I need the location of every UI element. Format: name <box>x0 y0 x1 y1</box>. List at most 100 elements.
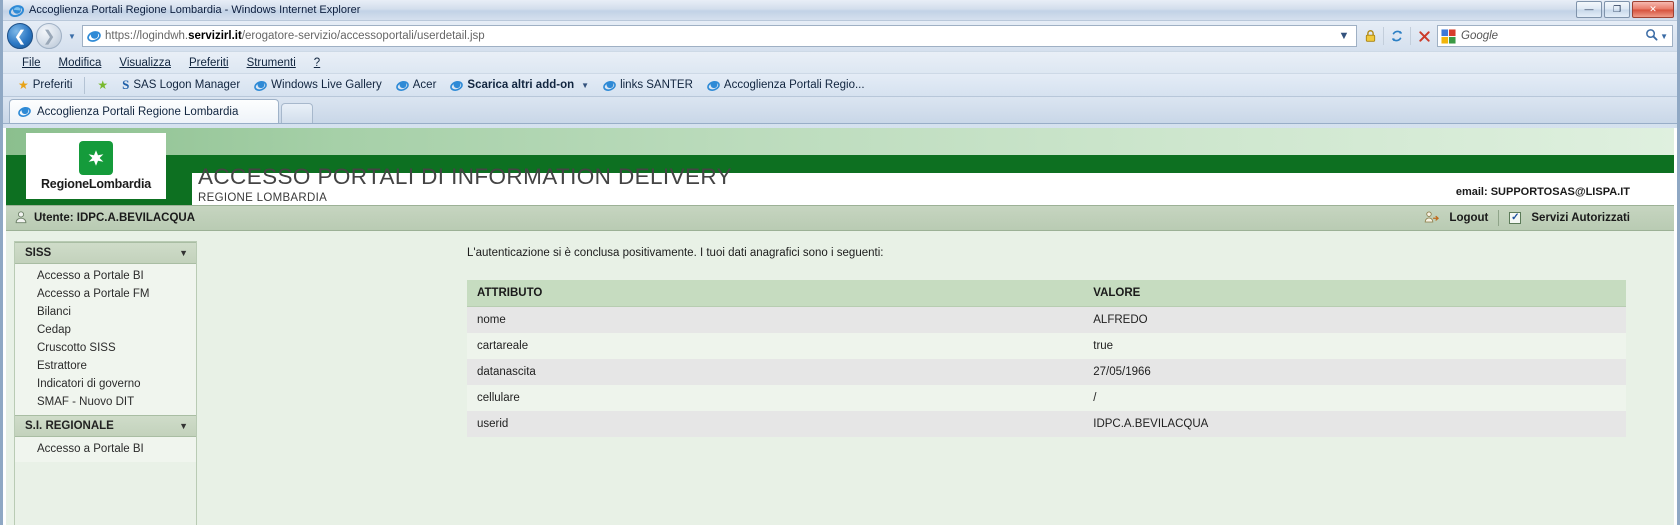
sidebar-item-accesso-portale-bi-regionale[interactable]: Accesso a Portale BI <box>15 440 196 458</box>
favorite-label: SAS Logon Manager <box>133 79 241 91</box>
tab-strip: Accoglienza Portali Regione Lombardia <box>3 97 1677 124</box>
search-box[interactable]: Google ▼ <box>1437 25 1673 47</box>
sidebar-item-accesso-portale-fm[interactable]: Accesso a Portale FM <box>15 285 196 303</box>
favorites-button[interactable]: ★ Preferiti <box>11 78 79 92</box>
column-header-valore: VALORE <box>1081 280 1626 307</box>
sidebar-item-smaf-nuovo-dit[interactable]: SMAF - Nuovo DIT <box>15 393 196 411</box>
user-actions: Logout ✓ Servizi Autorizzati <box>1424 210 1630 227</box>
body-area: SISS ▼ Accesso a Portale BI Accesso a Po… <box>6 231 1674 525</box>
favorite-accoglienza-portali[interactable]: Accoglienza Portali Regio... <box>700 78 872 93</box>
table-row: nome ALFREDO <box>467 306 1626 333</box>
servizi-autorizzati-checkbox[interactable]: ✓ <box>1509 212 1522 224</box>
history-dropdown-icon[interactable]: ▼ <box>65 26 79 46</box>
browser-window: Accoglienza Portali Regione Lombardia - … <box>0 0 1680 525</box>
favorite-windows-live-gallery[interactable]: Windows Live Gallery <box>247 78 389 93</box>
logo-text: RegioneLombardia <box>40 177 151 191</box>
star-icon: ★ <box>18 78 29 92</box>
menu-item-help[interactable]: ? <box>305 55 329 71</box>
menu-label: ? <box>313 56 321 69</box>
search-input[interactable]: Google <box>1461 30 1645 42</box>
sidebar-group-siss-items: Accesso a Portale BI Accesso a Portale F… <box>15 264 196 415</box>
cell-valore: ALFREDO <box>1081 306 1626 333</box>
menu-item-preferiti[interactable]: Preferiti <box>180 55 238 71</box>
cell-attributo: userid <box>467 410 1082 437</box>
minimize-button[interactable]: — <box>1576 1 1602 18</box>
url-protocol: https://logindwh. <box>105 30 189 42</box>
menu-item-file[interactable]: File <box>13 55 50 71</box>
maximize-button[interactable]: ❐ <box>1604 1 1630 18</box>
refresh-icon[interactable] <box>1387 26 1407 46</box>
page-icon <box>450 79 464 92</box>
menu-label: File <box>22 56 41 69</box>
sidebar-item-accesso-portale-bi[interactable]: Accesso a Portale BI <box>15 267 196 285</box>
url-text[interactable]: https://logindwh.servizirl.it/erogatore-… <box>105 30 1334 42</box>
menu-item-strumenti[interactable]: Strumenti <box>238 55 305 71</box>
new-tab-button[interactable] <box>281 103 313 123</box>
menu-label: Modifica <box>58 56 102 69</box>
sidebar-item-bilanci[interactable]: Bilanci <box>15 303 196 321</box>
chevron-down-icon[interactable]: ▼ <box>581 81 589 90</box>
menu-item-visualizza[interactable]: Visualizza <box>110 55 180 71</box>
page-icon <box>395 79 409 92</box>
add-favorite-button[interactable]: ★ <box>90 78 115 92</box>
logout-icon[interactable] <box>1424 210 1440 227</box>
divider <box>84 76 86 94</box>
sidebar-nav: SISS ▼ Accesso a Portale BI Accesso a Po… <box>14 241 197 525</box>
favorite-acer[interactable]: Acer <box>389 78 444 93</box>
favorite-scarica-altri-addon[interactable]: Scarica altri add-on ▼ <box>443 78 596 93</box>
url-domain: servizirl.it <box>188 30 242 42</box>
search-chevron-down-icon[interactable]: ▼ <box>1658 32 1670 41</box>
sidebar-group-si-regionale-items: Accesso a Portale BI <box>15 437 196 462</box>
window-title: Accoglienza Portali Regione Lombardia - … <box>29 4 361 16</box>
page-icon <box>707 79 720 92</box>
chevron-down-icon[interactable]: ▼ <box>1334 26 1354 46</box>
divider <box>1498 210 1500 226</box>
sidebar-item-cedap[interactable]: Cedap <box>15 321 196 339</box>
address-bar: ❮ ❯ ▼ https://logindwh.servizirl.it/erog… <box>3 21 1677 51</box>
favorite-label: Scarica altri add-on <box>467 79 575 91</box>
favorite-links-santer[interactable]: links SANTER <box>596 78 700 93</box>
chevron-down-icon[interactable]: ▼ <box>179 248 188 258</box>
page-title: ACCESSO PORTALI DI INFORMATION DELIVERY <box>198 164 733 189</box>
back-button[interactable]: ❮ <box>7 23 33 49</box>
menu-item-modifica[interactable]: Modifica <box>50 55 111 71</box>
chevron-down-icon[interactable]: ▼ <box>179 421 188 431</box>
google-icon <box>1441 28 1456 44</box>
regione-lombardia-logo[interactable]: RegioneLombardia <box>26 133 166 199</box>
stop-icon[interactable] <box>1414 26 1434 46</box>
divider <box>1410 27 1411 45</box>
table-header-row: ATTRIBUTO VALORE <box>467 280 1626 307</box>
add-star-icon: ★ <box>97 78 109 92</box>
page-icon <box>603 79 616 92</box>
sidebar-item-cruscotto-siss[interactable]: Cruscotto SISS <box>15 339 196 357</box>
window-controls: — ❐ ✕ <box>1576 1 1674 18</box>
user-info: Utente: IDPC.A.BEVILACQUA <box>14 210 195 227</box>
favorite-label: Accoglienza Portali Regio... <box>723 79 865 91</box>
close-button[interactable]: ✕ <box>1632 1 1674 18</box>
servizi-autorizzati-label[interactable]: Servizi Autorizzati <box>1531 212 1630 224</box>
sidebar-item-estrattore[interactable]: Estrattore <box>15 357 196 375</box>
page-content: RegioneLombardia ACCESSO PORTALI DI INFO… <box>6 128 1674 525</box>
url-bar[interactable]: https://logindwh.servizirl.it/erogatore-… <box>82 25 1357 47</box>
sidebar-item-indicatori-di-governo[interactable]: Indicatori di governo <box>15 375 196 393</box>
menu-bar: File Modifica Visualizza Preferiti Strum… <box>3 51 1677 73</box>
table-row: cellulare / <box>467 384 1626 411</box>
logout-button[interactable]: Logout <box>1449 212 1488 224</box>
sidebar-group-si-regionale[interactable]: S.I. REGIONALE ▼ <box>15 415 196 437</box>
header-gradient-strip <box>6 128 1674 155</box>
tab-label: Accoglienza Portali Regione Lombardia <box>37 105 239 118</box>
table-row: datanascita 27/05/1966 <box>467 358 1626 385</box>
magnifier-icon[interactable] <box>1645 28 1658 44</box>
favorite-sas-logon-manager[interactable]: S SAS Logon Manager <box>115 76 247 94</box>
favorites-bar: ★ Preferiti ★ S SAS Logon Manager Window… <box>3 73 1677 97</box>
sidebar-group-title: SISS <box>25 247 52 259</box>
page-icon <box>87 29 101 43</box>
forward-button[interactable]: ❯ <box>36 23 62 49</box>
cell-attributo: cartareale <box>467 332 1082 359</box>
menu-label: Strumenti <box>246 56 296 69</box>
sidebar-group-title: S.I. REGIONALE <box>25 420 114 432</box>
support-email: email: SUPPORTOSAS@LISPA.IT <box>1455 186 1630 198</box>
tab-accoglienza-portali[interactable]: Accoglienza Portali Regione Lombardia <box>9 99 279 123</box>
cell-valore: true <box>1081 332 1626 359</box>
sidebar-group-siss[interactable]: SISS ▼ <box>15 242 196 264</box>
